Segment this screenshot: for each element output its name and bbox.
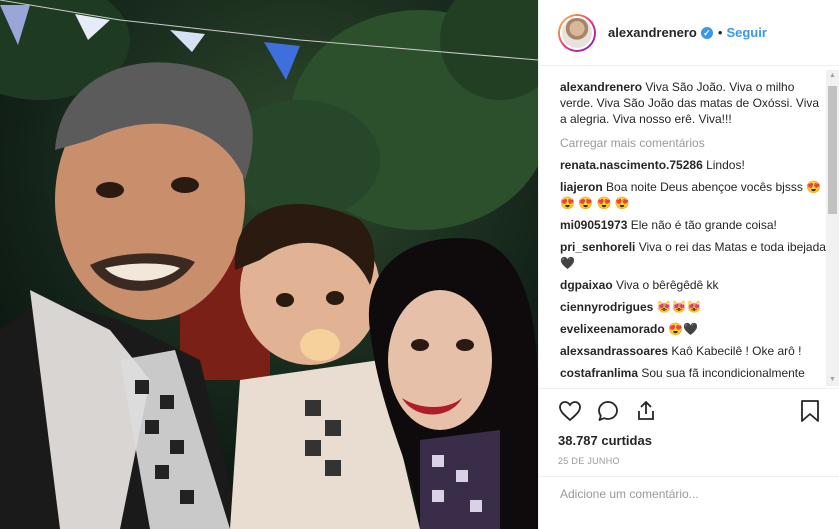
comment-username[interactable]: renata.nascimento.75286	[560, 158, 703, 172]
comment-text: Kaô Kabecilê ! Oke arô !	[671, 344, 802, 358]
post-author-username[interactable]: alexandrenero	[608, 25, 697, 40]
verified-badge-icon: ✓	[700, 26, 713, 39]
bookmark-icon[interactable]	[799, 399, 821, 423]
post-date[interactable]: 25 DE JUNHO	[558, 456, 821, 466]
comment-item: alexsandrassoares Kaô Kabecilê ! Oke arô…	[560, 343, 826, 359]
comment-item: pri_senhoreli Viva o rei das Matas e tod…	[560, 239, 826, 271]
add-comment-bar	[539, 476, 839, 529]
post-side-panel: alexandrenero ✓ • Seguir alexandrenero V…	[538, 0, 839, 529]
comment-text: Lindos!	[706, 158, 745, 172]
comment-item: costafranlima Sou sua fã incondicionalme…	[560, 365, 826, 381]
avatar-image	[560, 15, 594, 50]
comment-text: Sou sua fã incondicionalmente	[641, 366, 805, 380]
comment-text: Viva o bêrêgêdê kk	[616, 278, 719, 292]
comment-username[interactable]: mi09051973	[560, 218, 627, 232]
comment-username[interactable]: costafranlima	[560, 366, 638, 380]
comment-text: Ele não é tão grande coisa!	[630, 218, 777, 232]
comment-item: renata.nascimento.75286 Lindos!	[560, 157, 826, 173]
scroll-up-arrow-icon[interactable]: ▲	[826, 70, 839, 82]
caption-username[interactable]: alexandrenero	[560, 80, 642, 94]
avatar[interactable]	[558, 13, 596, 52]
comment-item: evelixeenamorado 😍🖤	[560, 321, 826, 337]
heart-icon[interactable]	[558, 399, 582, 423]
comment-item: dgpaixao Viva o bêrêgêdê kk	[560, 277, 826, 293]
comment-text: 😍🖤	[668, 322, 698, 336]
scrollbar-thumb[interactable]	[828, 86, 837, 214]
comment-item: liajeron Boa noite Deus abençoe vocês bj…	[560, 179, 826, 211]
comment-bubble-icon[interactable]	[596, 399, 620, 423]
comment-username[interactable]: liajeron	[560, 180, 603, 194]
comment-text: 😻😻😻	[656, 300, 702, 314]
post-photo[interactable]	[0, 0, 538, 529]
comment-input[interactable]	[560, 487, 810, 501]
comments-list[interactable]: alexandrenero Viva São João. Viva o milh…	[539, 66, 826, 388]
comment-username[interactable]: alexsandrassoares	[560, 344, 668, 358]
scroll-down-arrow-icon[interactable]: ▼	[826, 374, 839, 386]
load-more-comments-button[interactable]: Carregar mais comentários	[560, 135, 826, 151]
follow-button[interactable]: Seguir	[726, 25, 766, 40]
post-caption: alexandrenero Viva São João. Viva o milh…	[560, 79, 826, 127]
comment-username[interactable]: dgpaixao	[560, 278, 613, 292]
comments-scrollbar[interactable]: ▲ ▼	[826, 70, 839, 386]
action-icons-row	[558, 395, 821, 427]
like-count[interactable]: 38.787 curtidas	[558, 433, 821, 448]
comment-username[interactable]: pri_senhoreli	[560, 240, 635, 254]
share-icon[interactable]	[634, 399, 658, 423]
comment-username[interactable]: ciennyrodrigues	[560, 300, 653, 314]
post-header: alexandrenero ✓ • Seguir	[539, 0, 839, 66]
comment-username[interactable]: evelixeenamorado	[560, 322, 665, 336]
comment-item: ciennyrodrigues 😻😻😻	[560, 299, 826, 315]
comment-item: mi09051973 Ele não é tão grande coisa!	[560, 217, 826, 233]
separator-dot: •	[717, 25, 723, 40]
post-actions: 38.787 curtidas 25 DE JUNHO	[539, 388, 839, 484]
